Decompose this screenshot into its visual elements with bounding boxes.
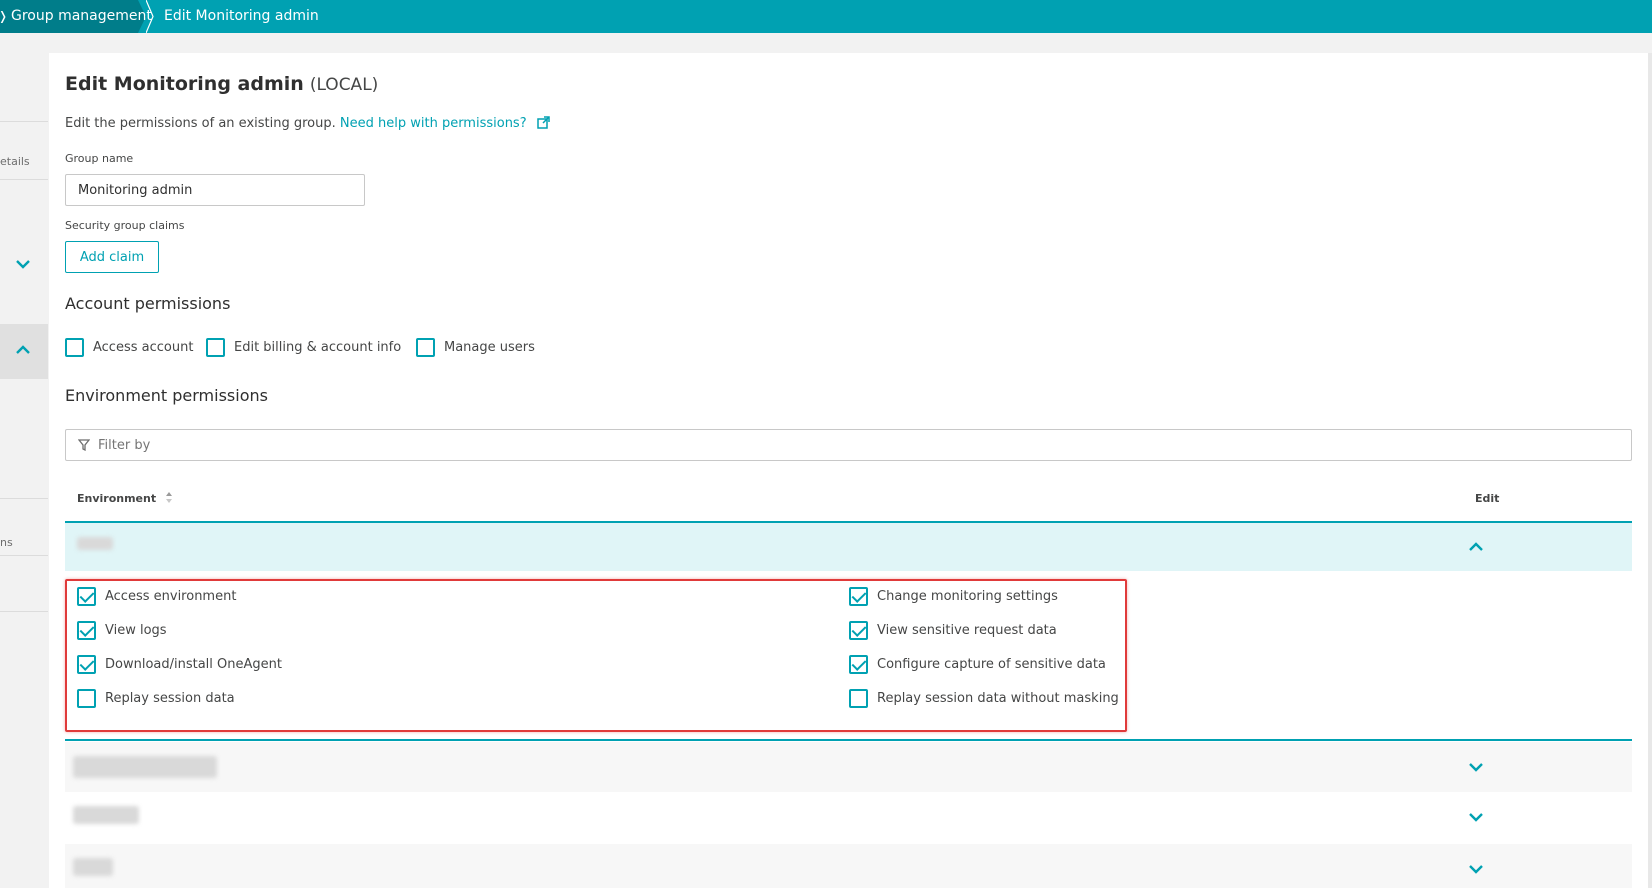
checkbox-label: Download/install OneAgent (105, 657, 282, 672)
column-header-environment[interactable]: Environment (77, 492, 173, 505)
checkbox-label: Edit billing & account info (234, 340, 402, 355)
checkbox-box[interactable] (65, 338, 84, 357)
sort-icon[interactable] (165, 492, 173, 503)
checkbox-box[interactable] (77, 621, 96, 640)
checkbox-box[interactable] (849, 655, 868, 674)
nav-item-details-label[interactable]: etails (0, 155, 30, 168)
environment-permissions-heading: Environment permissions (65, 386, 268, 405)
breadcrumb-back-icon[interactable]: ❭ (0, 9, 8, 23)
checkbox-label: Manage users (444, 340, 535, 355)
group-name-label: Group name (65, 152, 134, 165)
page-description: Edit the permissions of an existing grou… (65, 116, 550, 131)
redacted-environment-name (77, 537, 113, 550)
environment-row-expanded[interactable] (65, 523, 1632, 571)
filter-icon (78, 439, 90, 451)
checkbox-box[interactable] (849, 587, 868, 606)
checkbox-replay-session-data[interactable]: Replay session data (77, 689, 235, 708)
group-name-input[interactable] (65, 174, 365, 206)
expanded-row-divider (65, 739, 1632, 741)
main-panel: Edit Monitoring admin (LOCAL) Edit the pe… (49, 53, 1652, 888)
help-permissions-link[interactable]: Need help with permissions? (340, 116, 527, 131)
description-text: Edit the permissions of an existing grou… (65, 116, 336, 131)
chevron-up-icon[interactable] (14, 341, 32, 359)
account-permissions-heading: Account permissions (65, 294, 231, 313)
checkbox-manage-users[interactable]: Manage users (416, 338, 535, 357)
checkbox-box[interactable] (77, 655, 96, 674)
environment-row[interactable] (65, 844, 1632, 888)
page-title-text: Edit Monitoring admin (65, 73, 304, 95)
checkbox-label: View logs (105, 623, 167, 638)
checkbox-box[interactable] (416, 338, 435, 357)
checkbox-label: View sensitive request data (877, 623, 1057, 638)
environment-row[interactable] (65, 792, 1632, 842)
checkbox-access-account[interactable]: Access account (65, 338, 193, 357)
checkbox-label: Configure capture of sensitive data (877, 657, 1106, 672)
nav-divider (0, 121, 48, 122)
breadcrumb-parent-link[interactable]: Group management (11, 0, 152, 33)
checkbox-label: Replay session data (105, 691, 235, 706)
nav-item-active[interactable] (0, 324, 48, 379)
checkbox-box[interactable] (849, 689, 868, 708)
checkbox-access-environment[interactable]: Access environment (77, 587, 236, 606)
nav-divider (0, 179, 48, 180)
scrollbar[interactable] (1648, 53, 1652, 888)
checkbox-view-logs[interactable]: View logs (77, 621, 167, 640)
nav-divider (0, 555, 48, 556)
filter-bar[interactable] (65, 429, 1632, 461)
page-title: Edit Monitoring admin (LOCAL) (65, 73, 378, 95)
checkbox-label: Access account (93, 340, 194, 355)
chevron-down-icon[interactable] (14, 255, 32, 273)
nav-item-permissions-label[interactable]: ns (0, 536, 13, 549)
chevron-down-icon[interactable] (1467, 860, 1485, 878)
checkbox-label: Change monitoring settings (877, 589, 1058, 604)
security-group-claims-label: Security group claims (65, 219, 185, 232)
redacted-environment-name (73, 756, 217, 778)
chevron-down-icon[interactable] (1467, 758, 1485, 776)
column-header-environment-label: Environment (77, 492, 157, 505)
checkbox-edit-billing[interactable]: Edit billing & account info (206, 338, 401, 357)
column-header-edit: Edit (1475, 492, 1500, 505)
environment-row[interactable] (65, 742, 1632, 792)
external-link-icon[interactable] (537, 116, 550, 129)
page-title-tag: (LOCAL) (309, 75, 379, 95)
checkbox-replay-session-without-masking[interactable]: Replay session data without masking (849, 689, 1119, 708)
breadcrumb-bar: ❭ Group management Edit Monitoring admin (0, 0, 1652, 33)
checkbox-configure-capture-sensitive-data[interactable]: Configure capture of sensitive data (849, 655, 1106, 674)
add-claim-button[interactable]: Add claim (65, 241, 159, 273)
nav-divider (0, 498, 48, 499)
nav-divider (0, 611, 48, 612)
checkbox-box[interactable] (77, 689, 96, 708)
chevron-up-icon[interactable] (1467, 538, 1485, 556)
checkbox-box[interactable] (77, 587, 96, 606)
chevron-down-icon[interactable] (1467, 808, 1485, 826)
checkbox-box[interactable] (206, 338, 225, 357)
checkbox-label: Access environment (105, 589, 237, 604)
redacted-environment-name (73, 858, 113, 876)
checkbox-download-oneagent[interactable]: Download/install OneAgent (77, 655, 282, 674)
checkbox-label: Replay session data without masking (877, 691, 1119, 706)
filter-input[interactable] (98, 437, 1498, 453)
checkbox-change-monitoring-settings[interactable]: Change monitoring settings (849, 587, 1058, 606)
checkbox-view-sensitive-request-data[interactable]: View sensitive request data (849, 621, 1057, 640)
breadcrumb-current: Edit Monitoring admin (164, 8, 319, 24)
left-nav: etails ns (0, 33, 48, 888)
checkbox-box[interactable] (849, 621, 868, 640)
redacted-environment-name (73, 806, 139, 824)
